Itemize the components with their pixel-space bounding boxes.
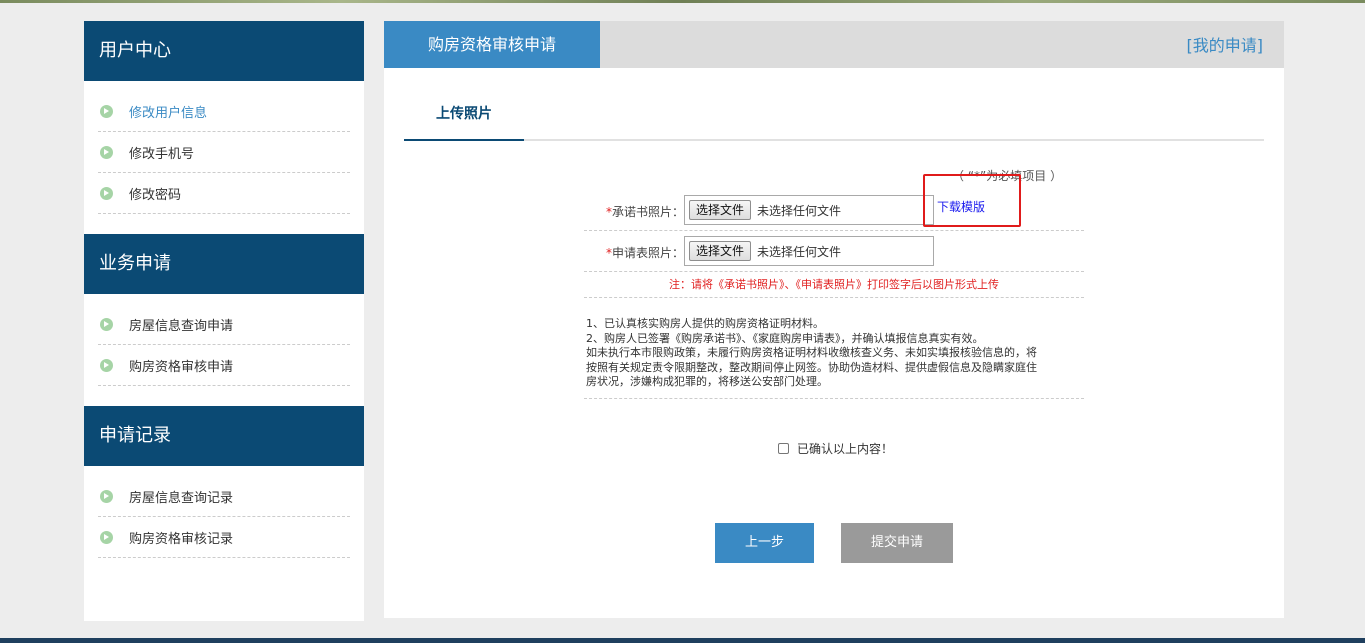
sidebar-heading: 业务申请 (84, 234, 364, 294)
bottom-decor-strip (0, 638, 1365, 643)
arrow-circle-icon (100, 186, 113, 200)
sidebar-item-house-info-query-apply[interactable]: 房屋信息查询申请 (98, 304, 350, 345)
sidebar-item-label: 购房资格审核记录 (129, 531, 234, 547)
sidebar-item-purchase-qualification-apply[interactable]: 购房资格审核申请 (98, 345, 350, 386)
arrow-circle-icon (100, 145, 113, 159)
notice-line: 1、已认真核实购房人提供的购房资格证明材料。 (586, 317, 824, 330)
submit-application-button[interactable]: 提交申请 (841, 523, 953, 563)
sidebar-item-label: 修改用户信息 (129, 105, 208, 121)
sidebar-item-label: 房屋信息查询申请 (129, 318, 234, 334)
notice-line: 如未执行本市限购政策，未履行购房资格证明材料收缴核查义务、未如实填报核验信息的，… (586, 346, 1037, 359)
sidebar-item-label: 购房资格审核申请 (129, 359, 234, 375)
commitment-photo-file-input[interactable]: 选择文件 未选择任何文件 (684, 195, 934, 225)
sidebar-item-edit-user-info[interactable]: 修改用户信息 (98, 91, 350, 132)
main-panel: 购房资格审核申请 [我的申请] 上传照片 （ “*”为必填项目 ） *承诺书照片… (384, 21, 1284, 618)
sidebar-item-edit-phone[interactable]: 修改手机号 (98, 132, 350, 173)
sidebar-heading: 用户中心 (84, 21, 364, 81)
download-template-link[interactable]: 下载模版 (937, 198, 985, 215)
notice-line: 按照有关规定责令限期整改，整改期间停止网签。协助伪造材料、提供虚假信息及隐瞒家庭… (586, 360, 1037, 374)
arrow-circle-icon (100, 358, 113, 372)
arrow-circle-icon (100, 530, 113, 544)
main-header: 购房资格审核申请 [我的申请] (384, 21, 1284, 68)
choose-file-button[interactable]: 选择文件 (689, 241, 752, 261)
file-status-text: 未选择任何文件 (757, 244, 842, 259)
sidebar-item-label: 修改密码 (129, 187, 182, 203)
upload-warning: 注：请将《承诺书照片》、《申请表照片》打印签字后以图片形式上传 (584, 272, 1084, 298)
sidebar-item-label: 房屋信息查询记录 (129, 490, 234, 506)
declaration-notice: 1、已认真核实购房人提供的购房资格证明材料。 2、购房人已签署《购房承诺书》、《… (584, 317, 1084, 399)
field-label: *申请表照片： (584, 244, 684, 261)
my-applications-link[interactable]: [我的申请] (1187, 21, 1264, 71)
field-label: *承诺书照片： (584, 203, 684, 220)
field-label-text: 申请表照片： (611, 246, 684, 260)
previous-step-button[interactable]: 上一步 (715, 523, 814, 563)
arrow-circle-icon (100, 104, 113, 118)
file-status-text: 未选择任何文件 (757, 203, 842, 218)
field-label-text: 承诺书照片： (611, 205, 684, 219)
notice-line: 房状况，涉嫌构成犯罪的，将移送公安部门处理。 (586, 375, 828, 388)
page-title-tab[interactable]: 购房资格审核申请 (384, 21, 600, 68)
choose-file-button[interactable]: 选择文件 (689, 200, 752, 220)
arrow-circle-icon (100, 489, 113, 503)
sidebar-item-house-info-query-records[interactable]: 房屋信息查询记录 (98, 476, 350, 517)
application-photo-file-input[interactable]: 选择文件 未选择任何文件 (684, 236, 934, 266)
confirm-checkbox[interactable] (778, 443, 789, 454)
sidebar-section-user-center: 用户中心 修改用户信息 修改手机号 修改密码 (84, 21, 364, 234)
sidebar: 用户中心 修改用户信息 修改手机号 修改密码 业务申请 房屋信息查询申请 购房资… (84, 21, 364, 621)
sidebar-item-purchase-qualification-records[interactable]: 购房资格审核记录 (98, 517, 350, 558)
sidebar-section-apply-records: 申请记录 房屋信息查询记录 购房资格审核记录 (84, 406, 364, 578)
form-row-commitment-photo: *承诺书照片： 选择文件 未选择任何文件 (584, 190, 1084, 231)
subtab-bar: 上传照片 (404, 91, 1264, 141)
arrow-circle-icon (100, 317, 113, 331)
sidebar-item-label: 修改手机号 (129, 146, 195, 162)
sidebar-section-business-apply: 业务申请 房屋信息查询申请 购房资格审核申请 (84, 234, 364, 406)
top-decor-strip (0, 0, 1365, 3)
confirm-label: 已确认以上内容！ (797, 442, 894, 456)
tab-upload-photos[interactable]: 上传照片 (404, 91, 524, 141)
confirm-checkbox-row[interactable]: 已确认以上内容！ (778, 440, 893, 457)
sidebar-item-edit-password[interactable]: 修改密码 (98, 173, 350, 214)
required-fields-note: （ “*”为必填项目 ） (952, 169, 1063, 183)
notice-line: 2、购房人已签署《购房承诺书》、《家庭购房申请表》，并确认填报信息真实有效。 (586, 331, 984, 345)
form-row-application-photo: *申请表照片： 选择文件 未选择任何文件 (584, 231, 1084, 272)
sidebar-heading: 申请记录 (84, 406, 364, 466)
